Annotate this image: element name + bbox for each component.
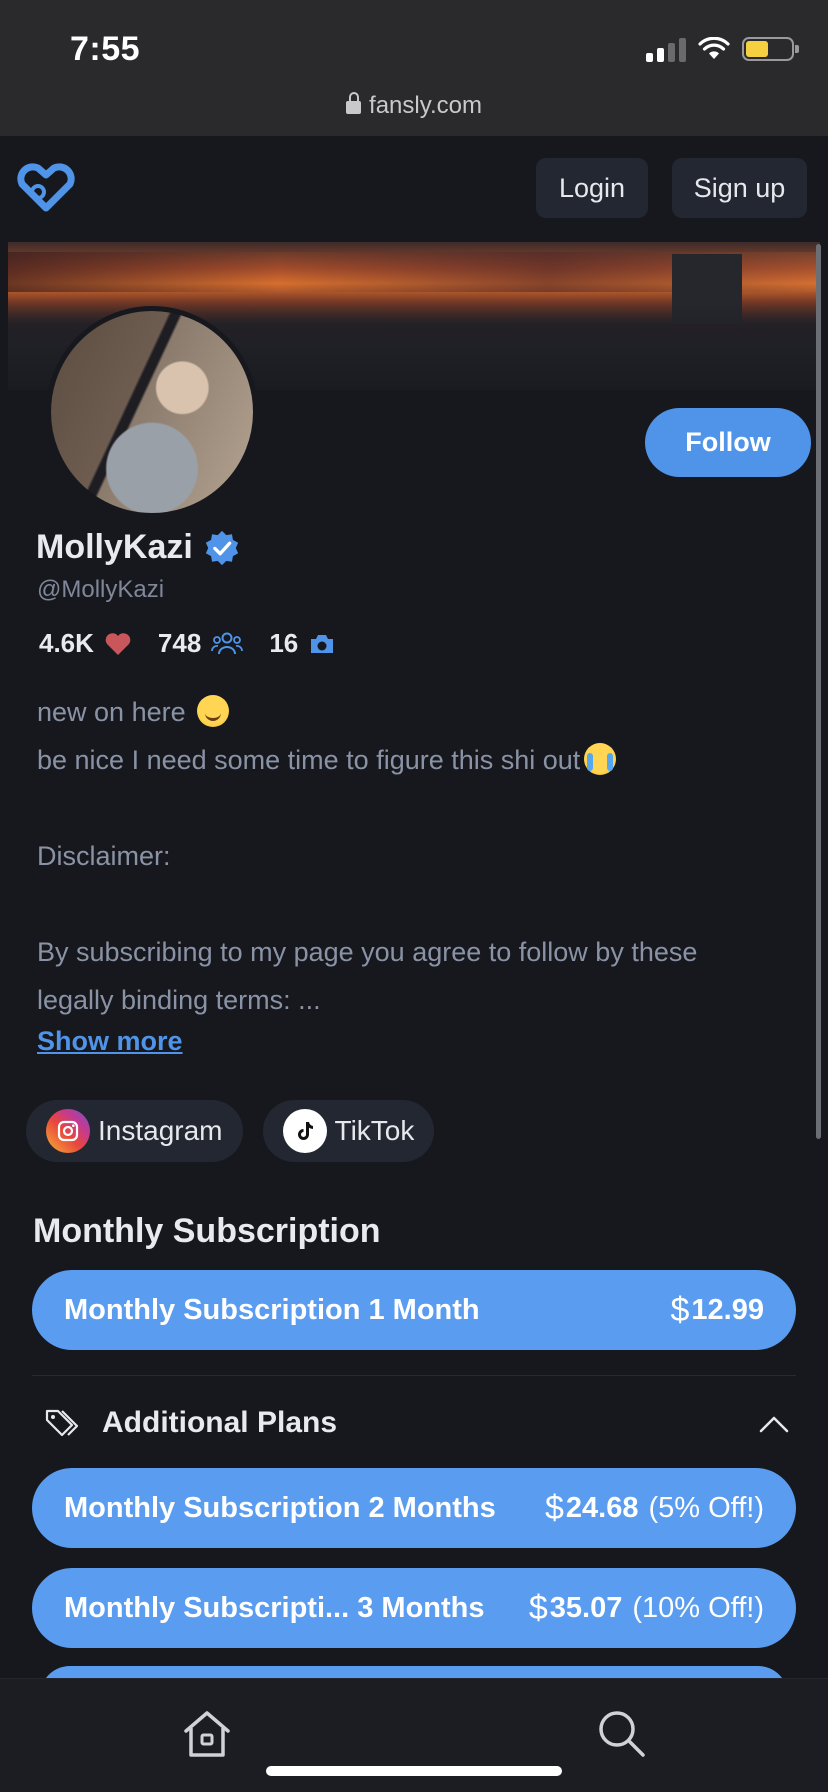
likes-stat: 4.6K [39, 628, 132, 659]
camera-icon [311, 634, 334, 653]
fansly-logo-icon[interactable] [16, 162, 76, 212]
media-count: 16 [269, 628, 299, 658]
avatar[interactable] [46, 306, 258, 518]
followers-stat: 748 [157, 628, 244, 659]
follow-button[interactable]: Follow [645, 408, 811, 477]
plan-name: Monthly Subscripti... [64, 1591, 350, 1624]
additional-plans-title: Additional Plans [102, 1406, 338, 1439]
instagram-label: Instagram [98, 1115, 223, 1146]
verified-badge-icon [205, 530, 238, 565]
bio-line: Disclaimer: [37, 841, 171, 871]
system-icons [646, 34, 799, 64]
plan-name: Monthly Subscription [64, 1293, 361, 1326]
sign-up-button[interactable]: Sign up [672, 158, 807, 218]
tiktok-link[interactable]: TikTok [262, 1100, 435, 1162]
subscription-section-title: Monthly Subscription [33, 1212, 381, 1250]
plan-discount: (10% Off!) [632, 1591, 764, 1624]
bio-line: new on here [37, 688, 797, 736]
subscription-plan-2-months[interactable]: Monthly Subscription 2 Months $24.68 (5% … [32, 1468, 796, 1548]
bio-line: legally binding terms: ... [37, 985, 321, 1015]
login-button[interactable]: Login [536, 158, 648, 218]
chevron-up-icon[interactable] [758, 1414, 790, 1434]
bio-line: be nice I need some time to figure this … [37, 736, 797, 784]
plan-duration: 3 Months [357, 1591, 485, 1624]
show-more-link[interactable]: Show more [37, 1026, 183, 1057]
section-divider [32, 1375, 796, 1376]
plan-price: $12.99 [670, 1290, 765, 1329]
tiktok-label: TikTok [334, 1115, 415, 1146]
tiktok-icon [282, 1109, 327, 1153]
tag-icon [45, 1409, 79, 1437]
plan-price: $24.68 (5% Off!) [545, 1488, 765, 1527]
smiling-emoji-icon [197, 695, 230, 727]
home-icon[interactable] [180, 1709, 234, 1759]
url-bar[interactable]: fansly.com [0, 92, 828, 120]
home-indicator[interactable] [266, 1766, 562, 1776]
display-name: MollyKazi [36, 528, 241, 567]
additional-plans-header[interactable]: Additional Plans [44, 1406, 337, 1440]
page-scrollbar[interactable] [816, 244, 821, 1139]
bio-line [37, 784, 797, 832]
cellular-signal-icon [646, 36, 686, 62]
battery-icon [742, 37, 799, 61]
subscription-plan-3-months[interactable]: Monthly Subscripti... 3 Months $35.07 (10… [32, 1568, 796, 1648]
heart-icon [105, 632, 131, 655]
url-text: fansly.com [369, 92, 482, 119]
lock-icon [346, 92, 362, 114]
media-stat: 16 [269, 628, 336, 659]
username-handle: @MollyKazi [37, 576, 165, 603]
likes-count: 4.6K [39, 628, 94, 658]
social-links: Instagram TikTok [26, 1100, 435, 1162]
search-icon[interactable] [595, 1707, 647, 1759]
display-name-text: MollyKazi [36, 528, 193, 566]
status-bar: 7:55 fansly.com [0, 0, 828, 136]
app-header: Login Sign up [0, 136, 828, 240]
crying-emoji-icon [584, 743, 617, 775]
wifi-icon [698, 37, 730, 59]
status-time: 7:55 [70, 30, 141, 68]
bio-line [37, 880, 797, 928]
profile-stats: 4.6K 748 16 [39, 628, 362, 659]
plan-duration: 1 Month [368, 1293, 480, 1326]
plan-duration: 2 Months [368, 1491, 496, 1524]
instagram-icon [46, 1109, 90, 1153]
plan-name: Monthly Subscription [64, 1491, 361, 1524]
subscription-plan-1-month[interactable]: Monthly Subscription 1 Month $12.99 [32, 1270, 796, 1350]
people-icon [211, 632, 244, 654]
instagram-link[interactable]: Instagram [26, 1100, 243, 1162]
profile-bio: new on here be nice I need some time to … [37, 688, 797, 1024]
bio-line: By subscribing to my page you agree to f… [37, 937, 698, 967]
plan-price: $35.07 (10% Off!) [528, 1588, 764, 1627]
plan-discount: (5% Off!) [648, 1491, 765, 1524]
followers-count: 748 [157, 628, 202, 658]
